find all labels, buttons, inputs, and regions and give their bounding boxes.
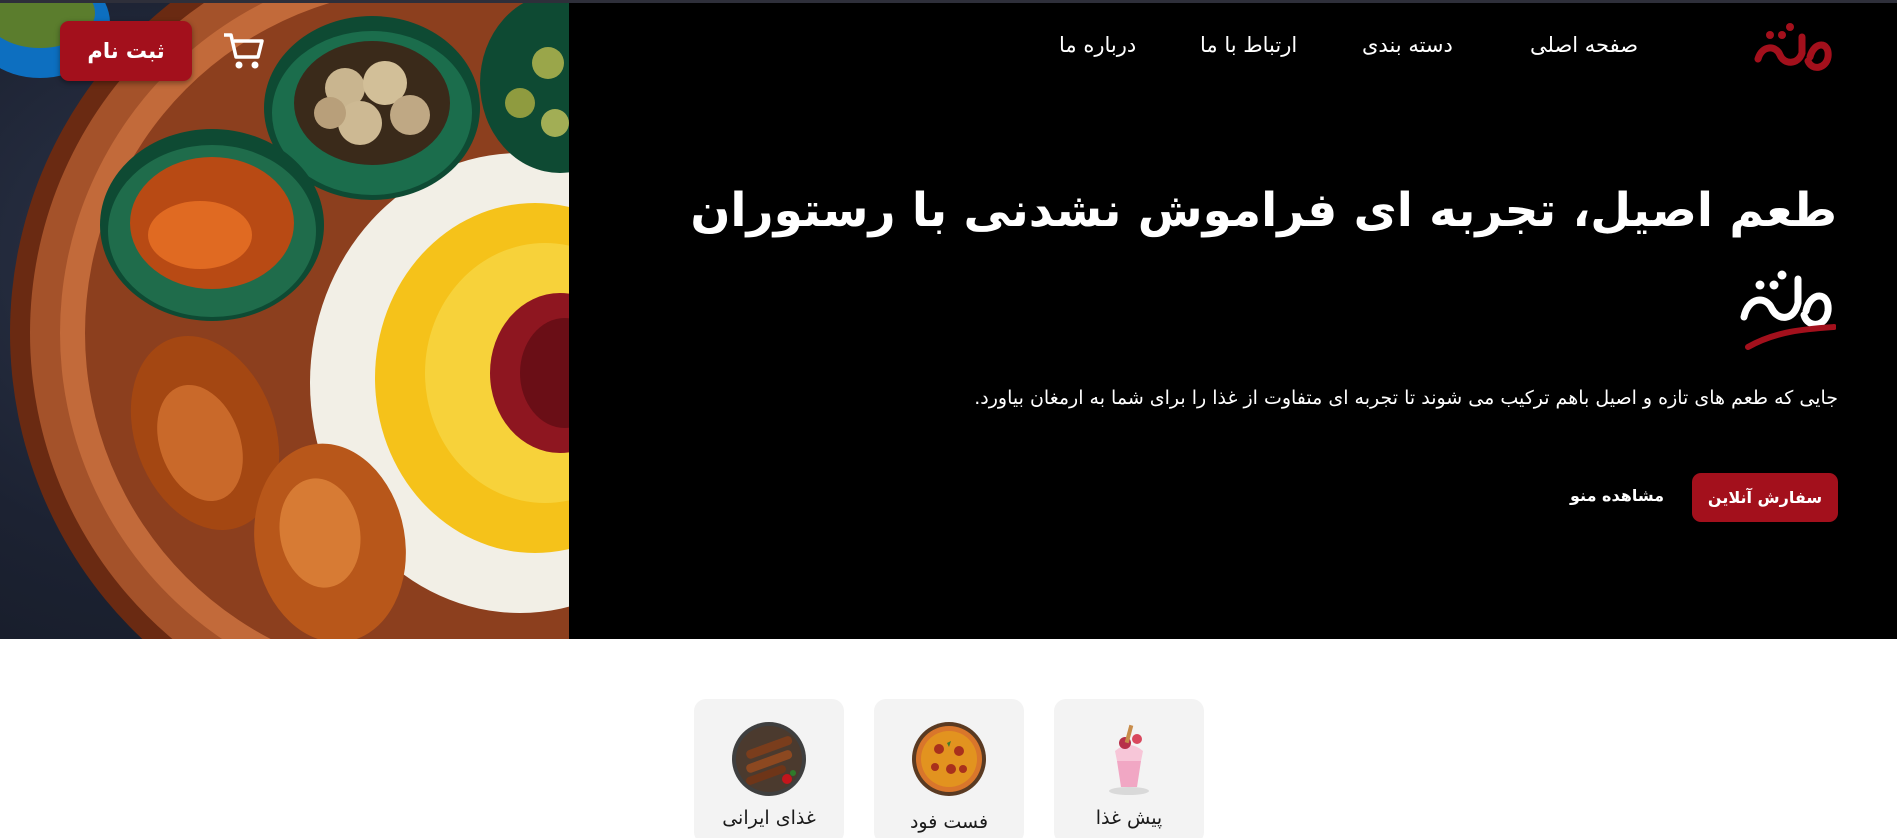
- hero-subtitle: جایی که طعم های تازه و اصیل باهم ترکیب م…: [974, 387, 1838, 409]
- hero-headline: طعم اصیل، تجربه ای فراموش نشدنی با رستور…: [690, 183, 1837, 238]
- pizza-icon: [911, 721, 987, 797]
- category-card-iranian[interactable]: غذای ایرانی: [694, 699, 844, 838]
- view-menu-link[interactable]: مشاهده منو: [1570, 486, 1664, 505]
- nav-about[interactable]: درباره ما: [1059, 33, 1136, 57]
- nav-home[interactable]: صفحه اصلی: [1530, 33, 1638, 57]
- cart-icon[interactable]: [222, 31, 264, 71]
- brand-logo[interactable]: [1750, 15, 1835, 79]
- nav-categories[interactable]: دسته بندی: [1362, 33, 1453, 57]
- category-label: پیش غذا: [1095, 807, 1163, 829]
- nav-contact[interactable]: ارتباط با ما: [1200, 33, 1297, 57]
- category-card-appetizer[interactable]: پیش غذا: [1054, 699, 1204, 838]
- category-label: فست فود: [909, 811, 989, 833]
- hero-brand-word: [1736, 251, 1837, 351]
- category-label: غذای ایرانی: [722, 807, 816, 829]
- signup-button[interactable]: ثبت نام: [60, 21, 192, 81]
- kebab-icon: [731, 721, 807, 797]
- dessert-glass-icon: [1091, 721, 1167, 797]
- category-card-fastfood[interactable]: فست فود: [874, 699, 1024, 838]
- hero-section: صفحه اصلی دسته بندی ارتباط با ما درباره …: [0, 0, 1897, 639]
- hero-food-image: [0, 3, 569, 639]
- order-online-button[interactable]: سفارش آنلاین: [1692, 473, 1838, 522]
